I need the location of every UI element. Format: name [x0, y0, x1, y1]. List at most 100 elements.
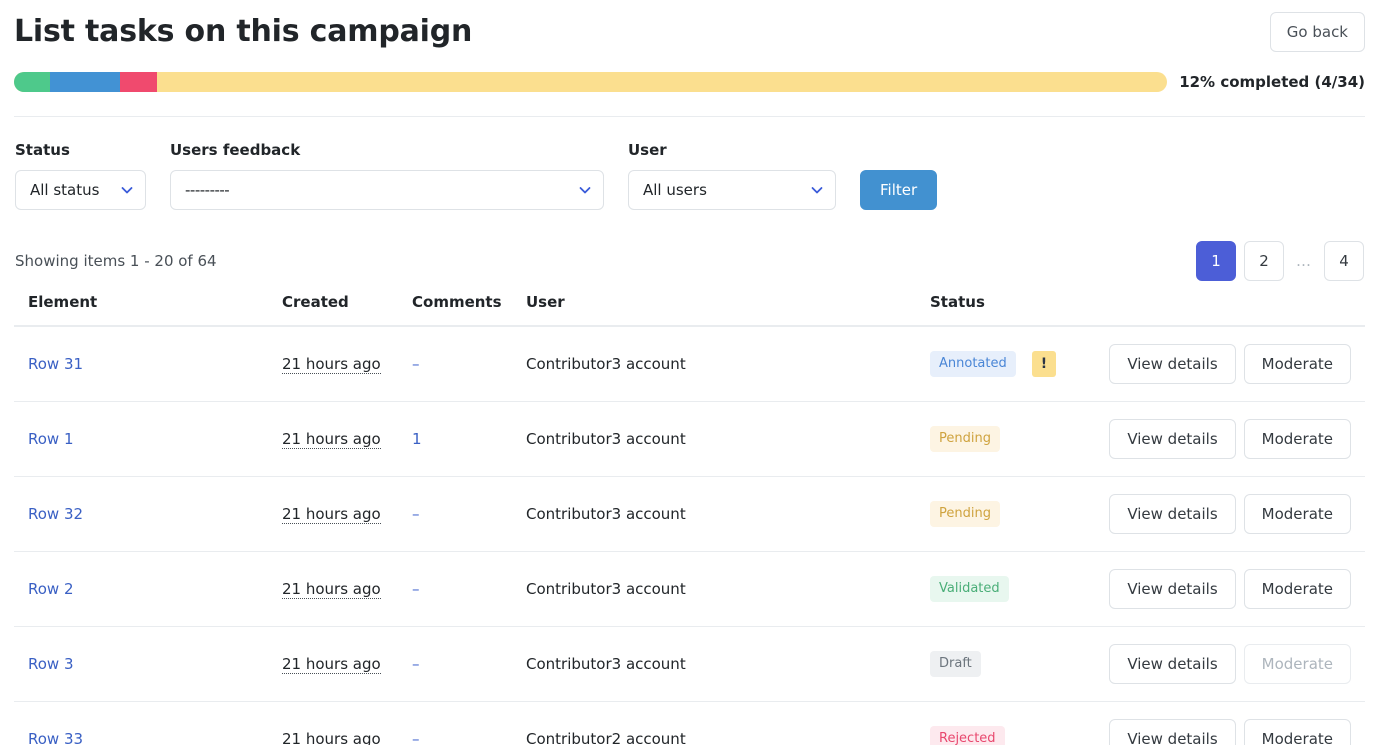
cell-element: Row 2	[14, 551, 282, 627]
cell-created: 21 hours ago	[282, 626, 412, 702]
filter-button[interactable]: Filter	[860, 170, 938, 210]
cell-user: Contributor3 account	[526, 476, 930, 552]
pagination-page-2[interactable]: 2	[1244, 241, 1284, 281]
cell-status: Rejected	[930, 701, 1098, 745]
view-details-button[interactable]: View details	[1109, 719, 1236, 745]
cell-element: Row 3	[14, 626, 282, 702]
progress-bar-track	[14, 72, 1168, 92]
filter-user-label: User	[628, 141, 667, 159]
table-row: Row 31 21 hours ago – Contributor3 account A…	[14, 326, 1365, 402]
tasks-table-body: Row 31 21 hours ago – Contributor3 account A…	[14, 326, 1365, 745]
status-badge: Draft	[930, 651, 981, 677]
header-divider	[14, 116, 1365, 117]
element-link[interactable]: Row 31	[28, 355, 83, 373]
filter-status-label: Status	[15, 141, 70, 159]
cell-comments: 1	[412, 401, 526, 477]
table-row: Row 32 21 hours ago – Contributor3 account P…	[14, 476, 1365, 552]
page-root: List tasks on this campaign Go back 12% …	[0, 0, 1379, 745]
user-select-value: All users	[643, 181, 707, 199]
cell-element: Row 32	[14, 476, 282, 552]
user-select[interactable]: All users	[628, 170, 836, 210]
created-relative-time: 21 hours ago	[282, 430, 381, 449]
users-feedback-select[interactable]: ---------	[170, 170, 604, 210]
view-details-button[interactable]: View details	[1109, 344, 1236, 384]
row-actions: View details Moderate	[1098, 494, 1351, 534]
cell-comments: –	[412, 701, 526, 745]
cell-created: 21 hours ago	[282, 401, 412, 477]
comments-none: –	[412, 730, 420, 745]
filter-users-feedback-field: Users feedback ---------	[170, 141, 604, 210]
filters-bar: Status All status Users feedback -------…	[14, 141, 1365, 210]
comments-none: –	[412, 580, 420, 598]
filter-users-feedback-label: Users feedback	[170, 141, 301, 159]
cell-actions: View details Moderate	[1098, 401, 1365, 477]
view-details-button[interactable]: View details	[1109, 644, 1236, 684]
column-header-comments: Comments	[412, 293, 526, 327]
users-feedback-select-value: ---------	[185, 181, 230, 199]
moderate-button[interactable]: Moderate	[1243, 719, 1351, 745]
cell-created: 21 hours ago	[282, 476, 412, 552]
progress-segment-validated	[14, 72, 50, 92]
moderate-button[interactable]: Moderate	[1243, 569, 1351, 609]
cell-actions: View details Moderate	[1098, 476, 1365, 552]
status-select[interactable]: All status	[15, 170, 146, 210]
go-back-button[interactable]: Go back	[1269, 12, 1365, 52]
moderate-button[interactable]: Moderate	[1243, 494, 1351, 534]
cell-status: Validated	[930, 551, 1098, 627]
row-actions: View details Moderate	[1098, 419, 1351, 459]
view-details-button[interactable]: View details	[1109, 494, 1236, 534]
cell-element: Row 31	[14, 326, 282, 402]
created-relative-time: 21 hours ago	[282, 730, 381, 745]
comments-none: –	[412, 505, 420, 523]
comments-none: –	[412, 655, 420, 673]
cell-status: Draft	[930, 626, 1098, 702]
chevron-down-icon	[579, 184, 591, 196]
status-cell-wrap: Validated	[930, 576, 1098, 602]
comments-count-link[interactable]: 1	[412, 430, 422, 448]
cell-created: 21 hours ago	[282, 326, 412, 402]
campaign-progress: 12% completed (4/34)	[14, 72, 1365, 92]
chevron-down-icon	[121, 184, 133, 196]
view-details-button[interactable]: View details	[1109, 419, 1236, 459]
cell-user: Contributor3 account	[526, 551, 930, 627]
column-header-created: Created	[282, 293, 412, 327]
filter-user-field: User All users	[628, 141, 836, 210]
element-link[interactable]: Row 1	[28, 430, 74, 448]
cell-element: Row 33	[14, 701, 282, 745]
status-select-value: All status	[30, 181, 100, 199]
tasks-table: Element Created Comments User Status Row…	[14, 293, 1365, 745]
element-link[interactable]: Row 2	[28, 580, 74, 598]
status-badge: Annotated	[930, 351, 1016, 377]
cell-user: Contributor3 account	[526, 401, 930, 477]
table-row: Row 33 21 hours ago – Contributor2 account R…	[14, 701, 1365, 745]
tasks-table-head: Element Created Comments User Status	[14, 293, 1365, 327]
column-header-element: Element	[14, 293, 282, 327]
element-link[interactable]: Row 32	[28, 505, 83, 523]
row-actions: View details Moderate	[1098, 569, 1351, 609]
element-link[interactable]: Row 3	[28, 655, 74, 673]
warning-icon[interactable]: !	[1031, 351, 1057, 377]
table-header-row: Element Created Comments User Status	[14, 293, 1365, 327]
status-badge: Rejected	[930, 726, 1005, 745]
table-row: Row 2 21 hours ago – Contributor3 account Va…	[14, 551, 1365, 627]
progress-label: 12% completed (4/34)	[1179, 73, 1365, 91]
status-badge: Pending	[930, 501, 1000, 527]
cell-user: Contributor3 account	[526, 626, 930, 702]
cell-element: Row 1	[14, 401, 282, 477]
cell-comments: –	[412, 551, 526, 627]
status-cell-wrap: Pending	[930, 501, 1098, 527]
status-cell-wrap: Annotated!	[930, 351, 1098, 377]
cell-comments: –	[412, 476, 526, 552]
table-row: Row 1 21 hours ago 1 Contributor3 account Pe…	[14, 401, 1365, 477]
pagination-page-4[interactable]: 4	[1324, 241, 1364, 281]
cell-user: Contributor2 account	[526, 701, 930, 745]
moderate-button[interactable]: Moderate	[1243, 419, 1351, 459]
created-relative-time: 21 hours ago	[282, 505, 381, 524]
element-link[interactable]: Row 33	[28, 730, 83, 745]
pagination-page-1[interactable]: 1	[1196, 241, 1236, 281]
moderate-button[interactable]: Moderate	[1243, 344, 1351, 384]
view-details-button[interactable]: View details	[1109, 569, 1236, 609]
cell-status: Pending	[930, 401, 1098, 477]
cell-created: 21 hours ago	[282, 551, 412, 627]
row-actions: View details Moderate	[1098, 344, 1351, 384]
